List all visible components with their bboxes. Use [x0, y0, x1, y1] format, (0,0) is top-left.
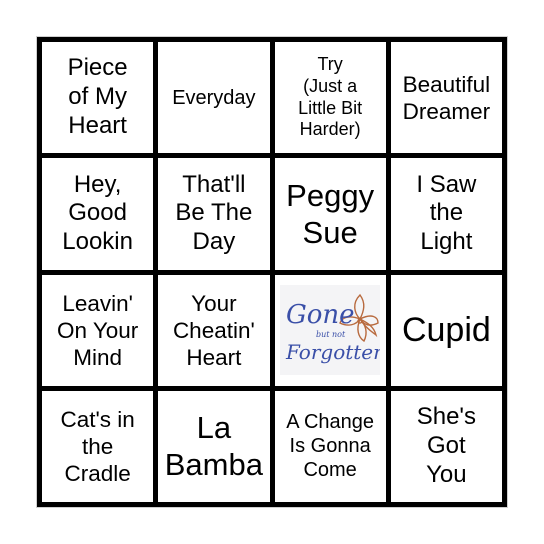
- cell-text: La Bamba: [164, 410, 263, 483]
- cell-text: Piece of My Heart: [67, 54, 128, 140]
- bingo-cell[interactable]: Beautiful Dreamer: [390, 42, 502, 154]
- bingo-cell[interactable]: Piece of My Heart: [42, 42, 154, 154]
- bingo-cell[interactable]: That'll Be The Day: [158, 158, 270, 270]
- cell-text: Leavin' On Your Mind: [56, 290, 139, 370]
- cell-text: Your Cheatin' Heart: [172, 290, 255, 370]
- logo-text-but-not: but not: [316, 330, 346, 339]
- cell-text: Peggy Sue: [286, 177, 375, 250]
- cell-text: Hey, Good Lookin: [62, 170, 133, 256]
- bingo-cell[interactable]: Try (Just a Little Bit Harder): [274, 42, 386, 154]
- cell-text: Cupid: [401, 310, 491, 349]
- cell-text: I Saw the Light: [416, 170, 477, 256]
- cell-text: Cat's in the Cradle: [60, 406, 135, 486]
- bingo-cell[interactable]: Your Cheatin' Heart: [158, 274, 270, 386]
- cell-text: Try (Just a Little Bit Harder): [298, 54, 363, 140]
- cell-text: A Change Is Gonna Come: [286, 411, 375, 482]
- bingo-cell[interactable]: I Saw the Light: [390, 158, 502, 270]
- bingo-cell[interactable]: A Change Is Gonna Come: [274, 390, 386, 502]
- bingo-cell[interactable]: Cat's in the Cradle: [42, 390, 154, 502]
- cell-text: Beautiful Dreamer: [402, 71, 491, 124]
- bingo-cell[interactable]: La Bamba: [158, 390, 270, 502]
- bingo-cell[interactable]: Everyday: [158, 42, 270, 154]
- logo-text-forgotten: Forgotten: [285, 340, 380, 364]
- cell-text: That'll Be The Day: [175, 170, 253, 256]
- bingo-cell[interactable]: Leavin' On Your Mind: [42, 274, 154, 386]
- bingo-cell[interactable]: Peggy Sue: [274, 158, 386, 270]
- logo-text-gone: Gone: [286, 300, 355, 330]
- bingo-cell[interactable]: Cupid: [390, 274, 502, 386]
- cell-text: Everyday: [172, 86, 256, 109]
- logo-graphic: Gone but not Forgotten: [280, 285, 381, 376]
- bingo-cell[interactable]: Hey, Good Lookin: [42, 158, 154, 270]
- free-space-cell[interactable]: Gone but not Forgotten: [274, 274, 386, 386]
- bingo-cell[interactable]: She's Got You: [390, 390, 502, 502]
- gone-but-not-forgotten-logo: Gone but not Forgotten: [275, 275, 386, 386]
- bingo-board: Piece of My Heart Everyday Try (Just a Littl…: [37, 37, 507, 507]
- cell-text: She's Got You: [416, 403, 477, 488]
